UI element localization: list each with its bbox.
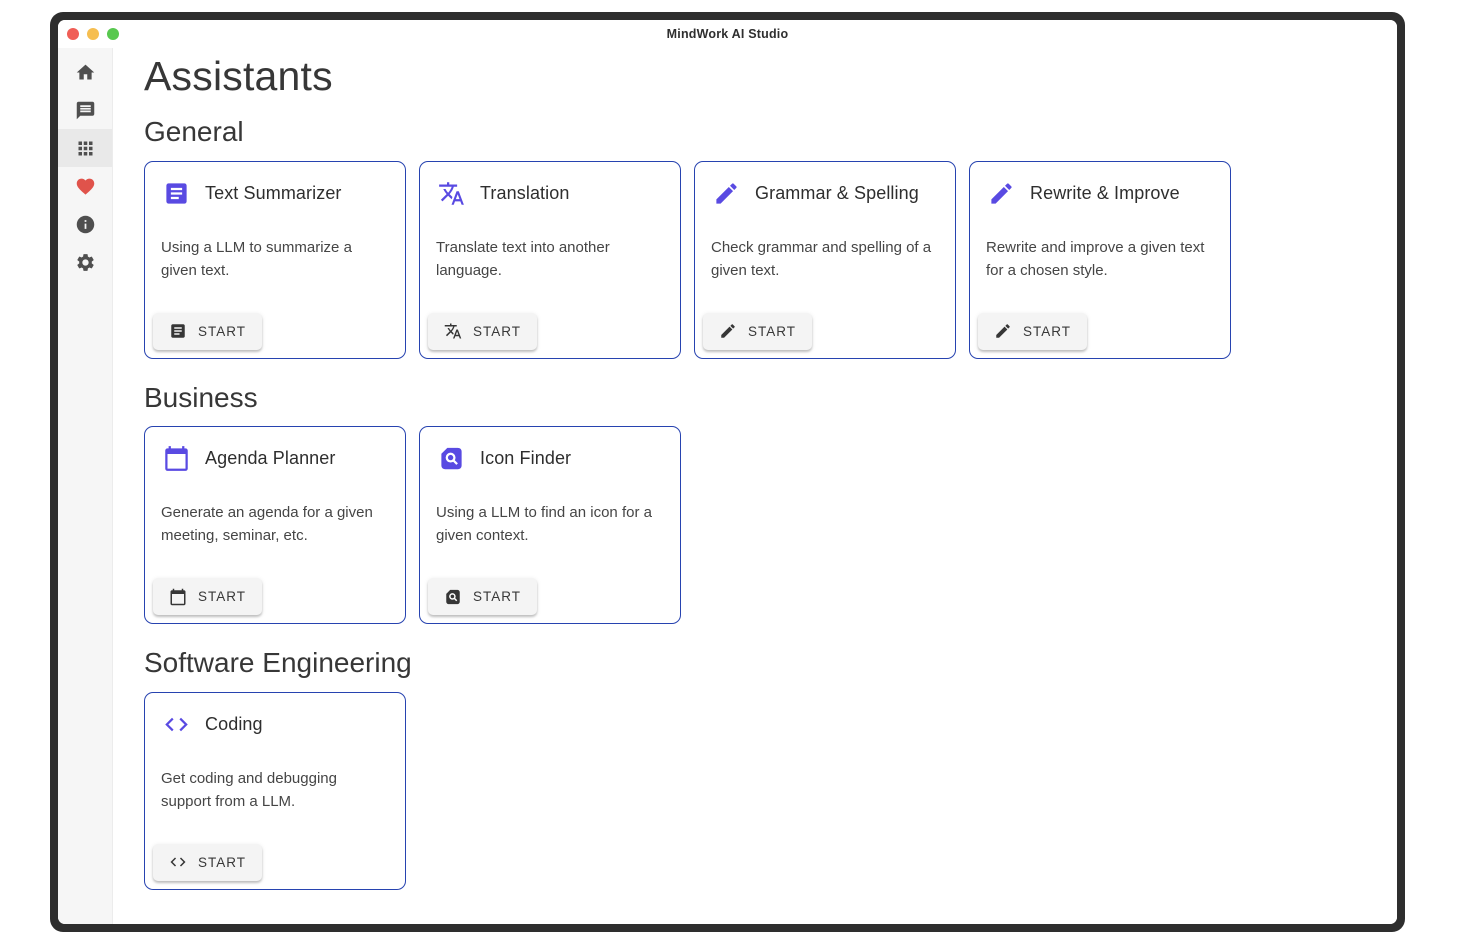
window-body: Assistants General Text Summarizer Using a… <box>58 48 1397 924</box>
sidebar-item-home[interactable] <box>58 53 112 91</box>
translate-icon <box>438 180 465 207</box>
pencil-icon <box>719 322 737 340</box>
assistant-card-rewrite-improve: Rewrite & Improve Rewrite and improve a g… <box>969 161 1231 359</box>
icon-search-icon <box>438 445 465 472</box>
sidebar <box>58 48 113 924</box>
gear-icon <box>75 252 96 273</box>
card-description: Rewrite and improve a given text for a c… <box>970 236 1230 305</box>
card-description: Check grammar and spelling of a given te… <box>695 236 955 305</box>
info-icon <box>75 214 96 235</box>
code-icon <box>169 853 187 871</box>
pencil-icon <box>713 180 740 207</box>
assistant-card-icon-finder: Icon Finder Using a LLM to find an icon f… <box>419 426 681 624</box>
card-actions: START <box>145 836 405 889</box>
translate-icon <box>444 322 462 340</box>
card-header: Translation <box>420 162 680 207</box>
sections-container: General Text Summarizer Using a LLM to sum… <box>144 115 1373 890</box>
card-title: Agenda Planner <box>205 448 336 469</box>
assistant-card-text-summarizer: Text Summarizer Using a LLM to summarize … <box>144 161 406 359</box>
window-frame: MindWork AI Studio Assistants General Tex… <box>50 12 1405 932</box>
document-icon <box>169 322 187 340</box>
start-button[interactable]: START <box>153 578 262 615</box>
card-actions: START <box>145 305 405 358</box>
calendar-icon <box>169 588 187 606</box>
assistant-card-agenda-planner: Agenda Planner Generate an agenda for a g… <box>144 426 406 624</box>
card-actions: START <box>420 570 680 623</box>
assistant-card-translation: Translation Translate text into another l… <box>419 161 681 359</box>
assistant-card-grammar-spelling: Grammar & Spelling Check grammar and spel… <box>694 161 956 359</box>
card-header: Grammar & Spelling <box>695 162 955 207</box>
card-actions: START <box>970 305 1230 358</box>
start-button[interactable]: START <box>978 313 1087 350</box>
card-header: Text Summarizer <box>145 162 405 207</box>
card-title: Text Summarizer <box>205 183 342 204</box>
card-row: Agenda Planner Generate an agenda for a g… <box>144 426 1373 624</box>
section-software-engineering: Software Engineering Coding Get coding and… <box>144 646 1373 890</box>
card-description: Using a LLM to summarize a given text. <box>145 236 405 305</box>
chat-icon <box>75 100 96 121</box>
start-button-label: START <box>473 324 521 339</box>
start-button[interactable]: START <box>153 844 262 881</box>
card-actions: START <box>145 570 405 623</box>
card-actions: START <box>420 305 680 358</box>
home-icon <box>75 62 96 83</box>
page-title: Assistants <box>144 52 1373 101</box>
section-title: General <box>144 115 1373 149</box>
section-title: Software Engineering <box>144 646 1373 680</box>
start-button-label: START <box>748 324 796 339</box>
start-button-label: START <box>473 589 521 604</box>
window-title: MindWork AI Studio <box>58 27 1397 41</box>
pencil-icon <box>994 322 1012 340</box>
sidebar-item-chats[interactable] <box>58 91 112 129</box>
pencil-icon <box>988 180 1015 207</box>
app-window: MindWork AI Studio Assistants General Tex… <box>58 20 1397 924</box>
apps-icon <box>75 138 96 159</box>
section-title: Business <box>144 381 1373 415</box>
card-description: Get coding and debugging support from a … <box>145 767 405 836</box>
document-icon <box>163 180 190 207</box>
sidebar-item-favorites[interactable] <box>58 167 112 205</box>
start-button-label: START <box>198 324 246 339</box>
start-button-label: START <box>1023 324 1071 339</box>
icon-search-icon <box>444 588 462 606</box>
card-header: Coding <box>145 693 405 738</box>
sidebar-item-settings[interactable] <box>58 243 112 281</box>
assistant-card-coding: Coding Get coding and debugging support f… <box>144 692 406 890</box>
card-title: Coding <box>205 714 263 735</box>
sidebar-item-about[interactable] <box>58 205 112 243</box>
card-title: Rewrite & Improve <box>1030 183 1180 204</box>
card-header: Agenda Planner <box>145 427 405 472</box>
titlebar[interactable]: MindWork AI Studio <box>58 20 1397 48</box>
card-description: Translate text into another language. <box>420 236 680 305</box>
start-button-label: START <box>198 589 246 604</box>
start-button[interactable]: START <box>428 313 537 350</box>
heart-icon <box>75 176 96 197</box>
start-button[interactable]: START <box>153 313 262 350</box>
main-content: Assistants General Text Summarizer Using a… <box>113 48 1397 924</box>
code-icon <box>163 711 190 738</box>
card-title: Grammar & Spelling <box>755 183 919 204</box>
card-title: Translation <box>480 183 569 204</box>
start-button[interactable]: START <box>428 578 537 615</box>
card-row: Coding Get coding and debugging support f… <box>144 692 1373 890</box>
start-button[interactable]: START <box>703 313 812 350</box>
calendar-icon <box>163 445 190 472</box>
card-title: Icon Finder <box>480 448 571 469</box>
card-header: Icon Finder <box>420 427 680 472</box>
card-description: Generate an agenda for a given meeting, … <box>145 501 405 570</box>
card-actions: START <box>695 305 955 358</box>
section-business: Business Agenda Planner Generate an agenda… <box>144 381 1373 625</box>
start-button-label: START <box>198 855 246 870</box>
card-header: Rewrite & Improve <box>970 162 1230 207</box>
sidebar-item-assistants[interactable] <box>58 129 112 167</box>
section-general: General Text Summarizer Using a LLM to sum… <box>144 115 1373 359</box>
card-row: Text Summarizer Using a LLM to summarize … <box>144 161 1373 359</box>
desktop-background: MindWork AI Studio Assistants General Tex… <box>0 0 1457 949</box>
card-description: Using a LLM to find an icon for a given … <box>420 501 680 570</box>
